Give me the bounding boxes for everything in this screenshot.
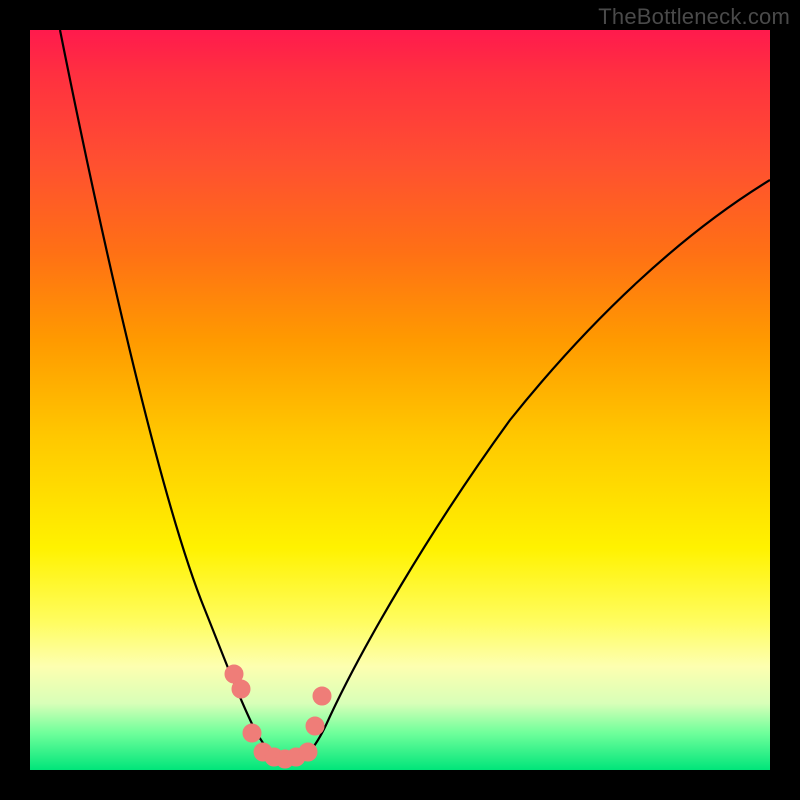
right-curve xyxy=(290,180,770,765)
plot-area xyxy=(30,30,770,770)
curve-layer xyxy=(30,30,770,770)
left-curve xyxy=(60,30,290,765)
watermark-text: TheBottleneck.com xyxy=(598,4,790,30)
marker-dots xyxy=(225,665,331,768)
chart-frame: TheBottleneck.com xyxy=(0,0,800,800)
